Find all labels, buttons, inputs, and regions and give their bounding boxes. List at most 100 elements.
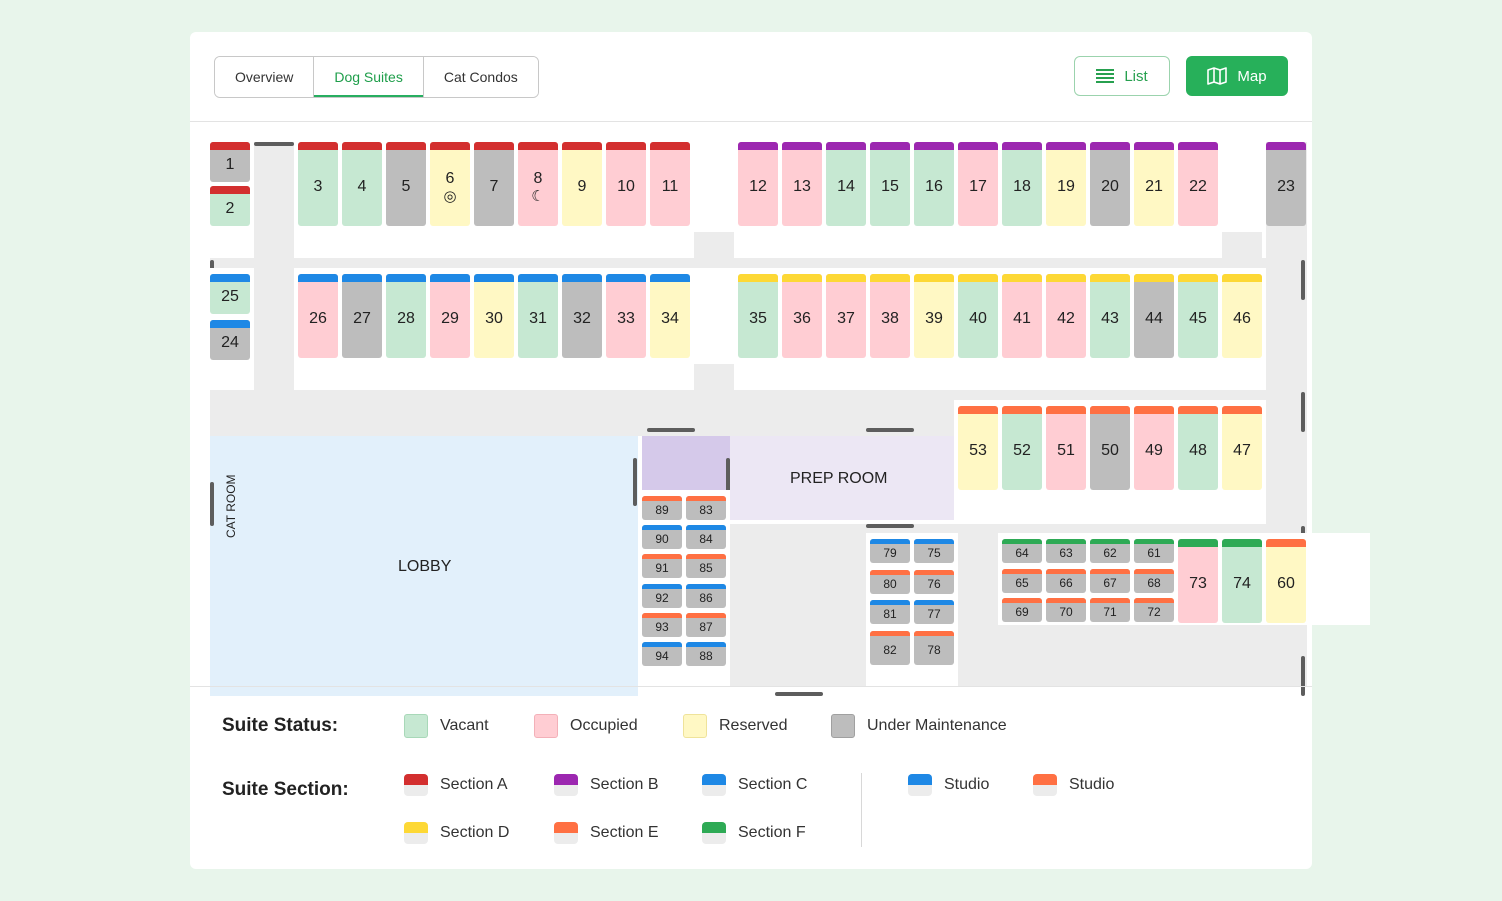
suite-16[interactable]: 16 [914, 142, 954, 226]
suite-18[interactable]: 18 [1002, 142, 1042, 226]
suite-53[interactable]: 53 [958, 406, 998, 490]
suite-52[interactable]: 52 [1002, 406, 1042, 490]
suite-81[interactable]: 81 [870, 600, 910, 624]
section-legend-label: Section E [590, 824, 659, 841]
suite-33[interactable]: 33 [606, 274, 646, 358]
list-view-button[interactable]: List [1074, 56, 1170, 96]
suite-25[interactable]: 25 [210, 274, 250, 314]
suite-80[interactable]: 80 [870, 569, 910, 594]
suite-32[interactable]: 32 [562, 274, 602, 358]
suite-36[interactable]: 36 [782, 274, 822, 358]
suite-90[interactable]: 90 [642, 525, 682, 550]
door [254, 142, 294, 146]
map-view-button[interactable]: Map [1186, 56, 1288, 96]
suite-79[interactable]: 79 [870, 539, 910, 563]
suite-30[interactable]: 30 [474, 274, 514, 358]
suite-76[interactable]: 76 [914, 569, 954, 594]
suite-4[interactable]: 4 [342, 142, 382, 226]
suite-39[interactable]: 39 [914, 274, 954, 358]
suite-78[interactable]: 78 [914, 630, 954, 665]
suite-38[interactable]: 38 [870, 274, 910, 358]
suite-70[interactable]: 70 [1046, 598, 1086, 622]
suite-number: 90 [655, 532, 669, 547]
suite-92[interactable]: 92 [642, 583, 682, 608]
suite-47[interactable]: 47 [1222, 406, 1262, 490]
suite-2[interactable]: 2 [210, 186, 250, 226]
suite-1[interactable]: 1 [210, 142, 250, 182]
suite-13[interactable]: 13 [782, 142, 822, 226]
suite-84[interactable]: 84 [686, 525, 726, 550]
suite-10[interactable]: 10 [606, 142, 646, 226]
suite-6[interactable]: 6 ◎ [430, 142, 470, 226]
suite-85[interactable]: 85 [686, 554, 726, 579]
suite-26[interactable]: 26 [298, 274, 338, 358]
suite-9[interactable]: 9 [562, 142, 602, 226]
suite-22[interactable]: 22 [1178, 142, 1218, 226]
suite-61[interactable]: 61 [1134, 539, 1174, 563]
suite-40[interactable]: 40 [958, 274, 998, 358]
suite-14[interactable]: 14 [826, 142, 866, 226]
suite-77[interactable]: 77 [914, 600, 954, 624]
suite-64[interactable]: 64 [1002, 539, 1042, 563]
suite-20[interactable]: 20 [1090, 142, 1130, 226]
suite-3[interactable]: 3 [298, 142, 338, 226]
suite-12[interactable]: 12 [738, 142, 778, 226]
suite-46[interactable]: 46 [1222, 274, 1262, 358]
suite-45[interactable]: 45 [1178, 274, 1218, 358]
suite-41[interactable]: 41 [1002, 274, 1042, 358]
suite-5[interactable]: 5 [386, 142, 426, 226]
suite-51[interactable]: 51 [1046, 406, 1086, 490]
tab-dog-suites[interactable]: Dog Suites [314, 57, 424, 97]
suite-60[interactable]: 60 [1266, 539, 1306, 623]
suite-15[interactable]: 15 [870, 142, 910, 226]
suite-number: 72 [1147, 605, 1161, 619]
suite-71[interactable]: 71 [1090, 598, 1130, 622]
suite-94[interactable]: 94 [642, 642, 682, 666]
suite-48[interactable]: 48 [1178, 406, 1218, 490]
suite-section-bar [1134, 142, 1174, 150]
suite-11[interactable]: 11 [650, 142, 690, 226]
suite-66[interactable]: 66 [1046, 568, 1086, 593]
suite-86[interactable]: 86 [686, 583, 726, 608]
suite-29[interactable]: 29 [430, 274, 470, 358]
suite-35[interactable]: 35 [738, 274, 778, 358]
suite-24[interactable]: 24 [210, 320, 250, 360]
suite-34[interactable]: 34 [650, 274, 690, 358]
suite-44[interactable]: 44 [1134, 274, 1174, 358]
suite-83[interactable]: 83 [686, 496, 726, 520]
suite-8[interactable]: 8 ☾ [518, 142, 558, 226]
suite-62[interactable]: 62 [1090, 539, 1130, 563]
suite-number: 44 [1145, 310, 1163, 327]
suite-67[interactable]: 67 [1090, 568, 1130, 593]
suite-74[interactable]: 74 [1222, 539, 1262, 623]
suite-91[interactable]: 91 [642, 554, 682, 579]
suite-27[interactable]: 27 [342, 274, 382, 358]
suite-65[interactable]: 65 [1002, 568, 1042, 593]
suite-28[interactable]: 28 [386, 274, 426, 358]
suite-93[interactable]: 93 [642, 612, 682, 637]
suite-37[interactable]: 37 [826, 274, 866, 358]
suite-73[interactable]: 73 [1178, 539, 1218, 623]
suite-75[interactable]: 75 [914, 539, 954, 563]
suite-19[interactable]: 19 [1046, 142, 1086, 226]
suite-69[interactable]: 69 [1002, 598, 1042, 622]
suite-42[interactable]: 42 [1046, 274, 1086, 358]
suite-88[interactable]: 88 [686, 642, 726, 666]
suite-68[interactable]: 68 [1134, 568, 1174, 593]
suite-21[interactable]: 21 [1134, 142, 1174, 226]
suite-72[interactable]: 72 [1134, 598, 1174, 622]
suite-87[interactable]: 87 [686, 612, 726, 637]
suite-31[interactable]: 31 [518, 274, 558, 358]
suite-23[interactable]: 23 [1266, 142, 1306, 226]
suite-43[interactable]: 43 [1090, 274, 1130, 358]
suite-7[interactable]: 7 [474, 142, 514, 226]
suite-17[interactable]: 17 [958, 142, 998, 226]
tab-overview[interactable]: Overview [215, 57, 315, 97]
suite-number: 2 [225, 200, 235, 217]
suite-49[interactable]: 49 [1134, 406, 1174, 490]
suite-89[interactable]: 89 [642, 496, 682, 520]
suite-50[interactable]: 50 [1090, 406, 1130, 490]
suite-82[interactable]: 82 [870, 630, 910, 665]
suite-63[interactable]: 63 [1046, 539, 1086, 563]
tab-cat-condos[interactable]: Cat Condos [423, 57, 538, 97]
